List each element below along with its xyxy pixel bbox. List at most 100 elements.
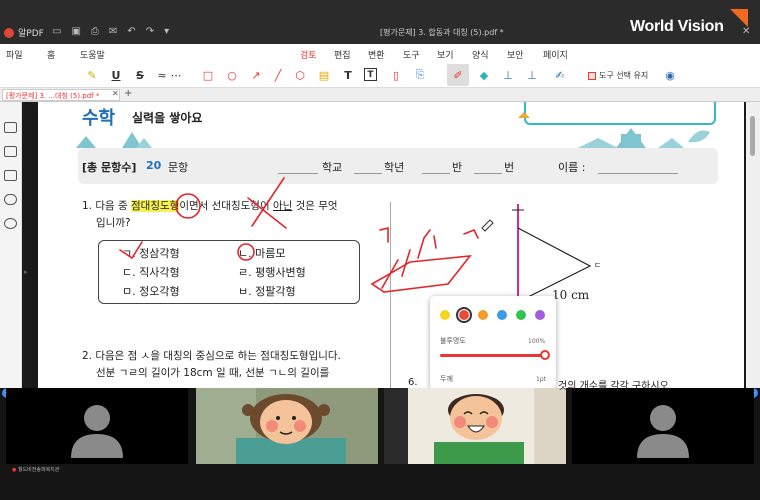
document-title: [평가문제] 3. 합동과 대칭 (5).pdf * [380,28,504,37]
avatar-placeholder-icon [71,405,123,458]
q1-text-line2: 입니까? [96,217,131,229]
customize-icon[interactable]: ▾ [164,26,169,37]
menu-tools[interactable]: 도구 [403,48,420,61]
app-menu[interactable]: 알PDF [4,26,44,39]
app-name: 알PDF [18,29,44,39]
q6-text: 것의 개수를 각각 구하시오. [558,381,672,392]
comments-icon[interactable] [4,170,17,181]
scrollbar-thumb[interactable] [750,116,755,156]
participant-tile-3[interactable] [384,388,566,464]
textbox-icon[interactable]: T [364,68,377,81]
redo-icon[interactable]: ↷ [146,26,154,37]
sign-icon[interactable]: ✍ [552,67,568,83]
arrow-icon[interactable]: ↗ [248,67,264,83]
video-participant-strip: « » ● 월드비전송파복지관 [0,388,760,500]
number-blank [474,173,502,174]
eraser-icon[interactable]: ◆ [476,67,492,83]
attachments-icon[interactable] [4,194,17,205]
opacity-slider[interactable] [440,354,546,357]
menu-view[interactable]: 보기 [437,48,454,61]
thickness-label: 두께 [440,375,453,383]
keep-tool-label: 도구 선택 유지 [599,71,649,80]
participant-name-text: 월드비전송파복지관 [17,467,60,473]
choice-2: ㄴ. 마름모 [238,247,286,260]
menu-home[interactable]: 홈 [47,48,55,61]
keep-tool-toggle[interactable]: 도구 선택 유지 [588,70,648,81]
vertex-label: ㄷ [594,261,602,270]
search-icon[interactable] [4,218,17,229]
checkbox-icon[interactable] [588,71,596,80]
tab-document[interactable]: [평가문제] 3. ...대칭 (5).pdf * [2,89,120,101]
note-icon[interactable]: ▤ [316,67,332,83]
save-icon[interactable]: ▣ [71,26,80,37]
opacity-label: 불투명도 [440,337,466,345]
undo-icon[interactable]: ↶ [127,26,135,37]
close-icon[interactable]: ✕ [742,26,750,37]
ellipse-icon[interactable]: ○ [224,67,240,83]
subject-title: 수학 [82,108,116,129]
stamp-icon[interactable]: ⊥ [500,67,516,83]
add-tab-icon[interactable]: + [124,88,132,99]
q1-highlight: 점대칭도형 [131,200,180,212]
underline-icon[interactable]: U [108,67,124,83]
bookmarks-icon[interactable] [4,146,17,157]
menu-page[interactable]: 페이지 [543,48,568,61]
grade-blank [354,173,382,174]
vertical-scrollbar[interactable] [746,102,760,390]
print-icon[interactable]: ⎙ [91,26,99,37]
participant-tile-1[interactable] [6,388,188,464]
opacity-value: 100% [528,338,546,345]
attach-icon[interactable]: ⎘ [412,67,428,83]
text-icon[interactable]: T [340,67,356,83]
highlighter-icon[interactable]: ✎ [84,67,100,83]
eye-icon[interactable]: ◉ [662,67,678,83]
mic-off-icon: ● [12,467,17,473]
name-blank [598,173,678,174]
pen-icon[interactable]: ✐ [447,64,469,86]
participant-tile-4[interactable] [572,388,754,464]
folder-icon[interactable]: ▭ [52,26,61,37]
choice-4: ㄹ. 평행사변형 [238,266,306,279]
thumbnails-icon[interactable] [4,122,17,133]
pen-properties-popup: 불투명도 100% 두께 1pt [430,296,556,390]
choice-5: ㅁ. 정오각형 [122,285,180,298]
q1-underline: 아닌 [272,200,293,212]
menu-security[interactable]: 보안 [507,48,524,61]
pdf-page[interactable]: 수학 실력을 쌓아요 [총 문항수] 20 문항 학교 학년 반 번 이름 : … [38,102,744,390]
menu-edit[interactable]: 편집 [334,48,351,61]
class-label: 반 [452,161,463,174]
color-yellow[interactable] [440,310,450,320]
avatar-placeholder-icon [637,405,689,458]
menu-form[interactable]: 양식 [472,48,489,61]
color-orange[interactable] [478,310,488,320]
more-icon[interactable]: ⋯ [168,67,184,83]
menu-file[interactable]: 파일 [6,48,23,61]
screen: 알PDF ▭ ▣ ⎙ ✉ ↶ ↷ ▾ [평가문제] 3. 합동과 대칭 (5).… [0,0,760,500]
color-red[interactable] [456,307,472,323]
total-count: 20 [146,159,162,172]
color-purple[interactable] [535,310,545,320]
choice-3: ㄷ. 직사각형 [122,266,180,279]
participant-name-1: ● 월드비전송파복지관 [12,466,59,473]
q2-text-line2: 선분 ㄱㄹ의 길이가 18cm 일 때, 선분 ㄱㄴ의 길이를 [96,367,330,379]
panel-expand-icon[interactable]: ▸ [24,268,28,276]
line-icon[interactable]: ╱ [270,67,286,83]
participant-tile-2[interactable] [196,388,378,464]
menu-help[interactable]: 도움말 [80,48,105,61]
strikethrough-icon[interactable]: S [132,67,148,83]
opacity-slider-handle[interactable] [540,350,550,360]
close-tab-icon[interactable]: ✕ [112,89,119,98]
color-blue[interactable] [497,310,507,320]
stamp-dropdown-icon[interactable]: ⊥ [524,67,540,83]
color-green[interactable] [516,310,526,320]
participant-video-2 [196,388,378,464]
subject-subtitle: 실력을 쌓아요 [132,111,203,125]
mail-icon[interactable]: ✉ [109,26,117,37]
brand-logo: World Vision [630,18,724,35]
rectangle-icon[interactable]: □ [200,67,216,83]
polygon-icon[interactable]: ⬡ [292,67,308,83]
menu-convert[interactable]: 변환 [368,48,385,61]
callout-icon[interactable]: ▯ [388,67,404,83]
q1-text: 1. 다음 중 [82,200,132,212]
number-label: 번 [504,161,515,174]
